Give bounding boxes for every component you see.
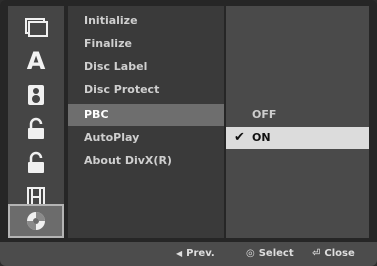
select-hint[interactable]: ◎ Select	[246, 242, 294, 266]
menu-item-pbc[interactable]: PBC	[68, 104, 224, 126]
close-hint-label: Close	[324, 248, 355, 259]
lock-icon[interactable]	[8, 112, 64, 146]
setup-menu-screen: A Initialize Finalize Disc Label Disc Pr…	[0, 0, 377, 266]
menu-item-disc-protect[interactable]: Disc Protect	[68, 79, 224, 101]
checkmark-icon: ✔	[234, 130, 245, 145]
close-hint[interactable]: ⏎ Close	[312, 242, 355, 266]
prev-hint[interactable]: ◀ Prev.	[176, 242, 215, 266]
settings-menu: Initialize Finalize Disc Label Disc Prot…	[68, 6, 224, 238]
select-button-icon: ◎	[246, 248, 255, 259]
category-icon-column: A	[8, 6, 64, 238]
option-on-label: ON	[252, 131, 271, 144]
return-icon: ⏎	[312, 248, 321, 259]
prev-hint-label: Prev.	[186, 248, 215, 259]
option-off[interactable]: OFF	[226, 104, 369, 126]
language-icon[interactable]: A	[8, 44, 64, 78]
menu-item-autoplay[interactable]: AutoPlay	[68, 127, 224, 149]
disc-icon[interactable]	[8, 204, 64, 238]
menu-item-disc-label[interactable]: Disc Label	[68, 56, 224, 78]
picture-icon[interactable]	[8, 10, 64, 44]
menu-item-initialize[interactable]: Initialize	[68, 10, 224, 32]
menu-item-about-divx[interactable]: About DivX(R)	[68, 150, 224, 172]
prev-arrow-icon: ◀	[176, 249, 183, 258]
audio-icon[interactable]	[8, 78, 64, 112]
language-icon-glyph: A	[26, 47, 46, 75]
option-on[interactable]: ✔ ON	[226, 127, 369, 149]
pbc-options: OFF ✔ ON	[226, 6, 369, 238]
lock-icon[interactable]	[8, 146, 64, 180]
bottom-hint-bar: ◀ Prev. ◎ Select ⏎ Close	[0, 242, 377, 266]
menu-item-finalize[interactable]: Finalize	[68, 33, 224, 55]
select-hint-label: Select	[258, 248, 294, 259]
